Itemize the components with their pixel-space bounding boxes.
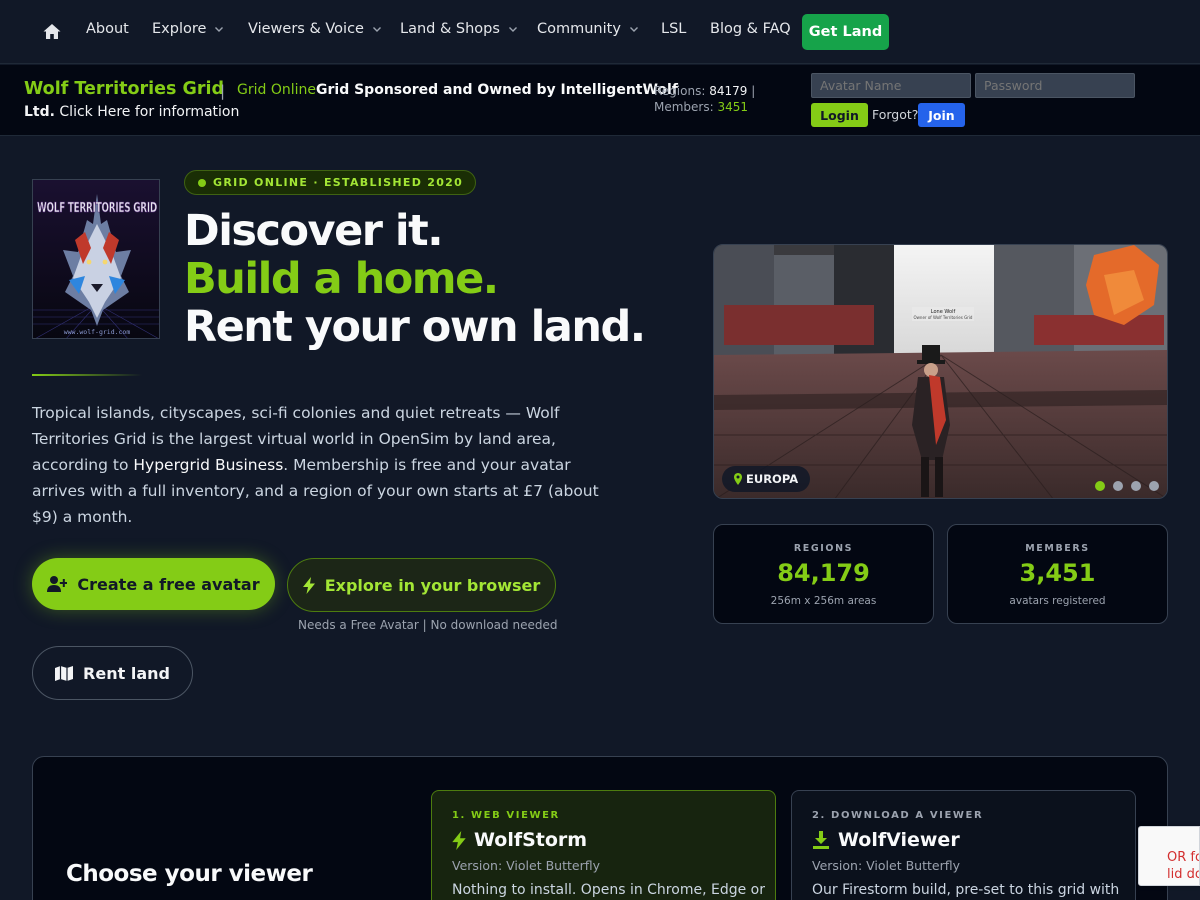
viewer-version: Version: Violet Butterfly: [452, 858, 600, 873]
nav-about[interactable]: About: [86, 21, 129, 37]
sponsor-info-link[interactable]: Ltd. Click Here for information: [24, 104, 239, 120]
location-pill: EUROPA: [722, 466, 811, 492]
nav-community[interactable]: Community: [537, 21, 639, 37]
web-viewer-card[interactable]: 1. WEB VIEWER WolfStorm Version: Violet …: [431, 790, 776, 900]
map-icon: [55, 665, 74, 681]
grid-online-badge: GRID ONLINE · ESTABLISHED 2020: [184, 170, 477, 195]
join-button[interactable]: Join: [918, 103, 965, 127]
forgot-password-link[interactable]: Forgot?: [872, 107, 918, 122]
avatar-name-input[interactable]: [811, 73, 971, 98]
viewer-name: WolfStorm: [452, 829, 755, 851]
viewer-heading: Choose your viewer: [66, 861, 313, 887]
intro-paragraph: Tropical islands, cityscapes, sci-fi col…: [32, 404, 599, 526]
viewer-version: Version: Violet Butterfly: [812, 858, 960, 873]
nav-land-shops[interactable]: Land & Shops: [400, 21, 518, 37]
viewer-description: Our Firestorm build, pre-set to this gri…: [812, 882, 1120, 898]
logo-url: www.wolf-grid.com: [64, 328, 131, 336]
stat-value: 3,451: [1019, 559, 1096, 587]
nav-lsl[interactable]: LSL: [661, 21, 686, 37]
carousel-dot[interactable]: [1131, 481, 1141, 491]
stat-value: 84,179: [777, 559, 870, 587]
stat-caption: avatars registered: [1009, 595, 1106, 607]
carousel-dot[interactable]: [1149, 481, 1159, 491]
map-pin-icon: [734, 473, 742, 485]
viewer-name: WolfViewer: [812, 829, 1115, 851]
headline-line-1: Discover it.: [184, 206, 444, 256]
user-plus-icon: [47, 576, 68, 592]
nav-blog-faq[interactable]: Blog & FAQ: [710, 21, 791, 37]
separator: |: [220, 82, 226, 100]
chevron-down-icon: [372, 27, 381, 32]
step-label: 2. DOWNLOAD A VIEWER: [812, 810, 984, 821]
stat-label: REGIONS: [793, 543, 854, 554]
top-navigation: About Explore Viewers & Voice Land & Sho…: [0, 0, 1200, 64]
hypergrid-business-link[interactable]: Hypergrid Business: [133, 456, 283, 474]
grid-name[interactable]: Wolf Territories Grid: [24, 79, 224, 99]
headline-line-3: Rent your own land.: [184, 302, 646, 352]
recaptcha-badge[interactable]: OR fo lid do: [1138, 826, 1200, 886]
rent-land-button[interactable]: Rent land: [32, 646, 193, 700]
explore-note: Needs a Free Avatar | No download needed: [298, 618, 558, 632]
bolt-icon: [452, 830, 466, 850]
wolf-territories-logo: WOLF TERRITORIES GRID www.wolf-grid.com: [32, 179, 160, 339]
step-label: 1. WEB VIEWER: [452, 810, 560, 821]
chevron-down-icon: [215, 27, 224, 32]
password-input[interactable]: [975, 73, 1135, 98]
recaptcha-error-text: OR fo lid do: [1167, 850, 1200, 882]
sponsor-text[interactable]: Grid Sponsored and Owned by IntelligentW…: [316, 82, 678, 98]
viewer-section: Choose your viewer 1. WEB VIEWER WolfSto…: [32, 756, 1168, 900]
headline-line-2: Build a home.: [184, 254, 499, 304]
logo-wordmark: WOLF TERRITORIES GRID: [37, 201, 157, 216]
download-icon: [813, 831, 829, 849]
members-count: Members: 3451: [654, 100, 749, 114]
stat-label: MEMBERS: [1025, 543, 1090, 554]
stat-caption: 256m x 256m areas: [770, 595, 877, 607]
nav-viewers-voice[interactable]: Viewers & Voice: [248, 21, 382, 37]
viewer-description: Nothing to install. Opens in Chrome, Edg…: [452, 882, 765, 898]
create-avatar-button[interactable]: Create a free avatar: [32, 558, 275, 610]
carousel-dots: [1095, 481, 1159, 491]
grid-screenshot-image: Lone Wolf Owner of Wolf Territories Grid: [714, 245, 1167, 498]
download-viewer-card[interactable]: 2. DOWNLOAD A VIEWER WolfViewer Version:…: [791, 790, 1136, 900]
grid-status: Grid Online: [237, 82, 316, 98]
avatar-nameplate-sub: Owner of Wolf Territories Grid: [914, 315, 973, 320]
chevron-down-icon: [629, 27, 638, 32]
screenshot-carousel[interactable]: Lone Wolf Owner of Wolf Territories Grid…: [713, 244, 1168, 499]
members-stat-card: MEMBERS 3,451 avatars registered: [947, 524, 1168, 624]
bolt-icon: [302, 576, 315, 594]
login-button[interactable]: Login: [811, 103, 868, 127]
carousel-dot[interactable]: [1113, 481, 1123, 491]
regions-count: Regions: 84179 |: [654, 84, 756, 98]
regions-stat-card: REGIONS 84,179 256m x 256m areas: [713, 524, 934, 624]
carousel-dot[interactable]: [1095, 481, 1105, 491]
chevron-down-icon: [508, 27, 517, 32]
grid-info-bar: Wolf Territories Grid | Grid Online Grid…: [0, 65, 1200, 136]
home-icon[interactable]: [42, 22, 62, 42]
explore-browser-button[interactable]: Explore in your browser: [287, 558, 556, 612]
nav-explore[interactable]: Explore: [152, 21, 224, 37]
get-land-button[interactable]: Get Land: [802, 14, 889, 50]
accent-divider: [32, 374, 142, 376]
